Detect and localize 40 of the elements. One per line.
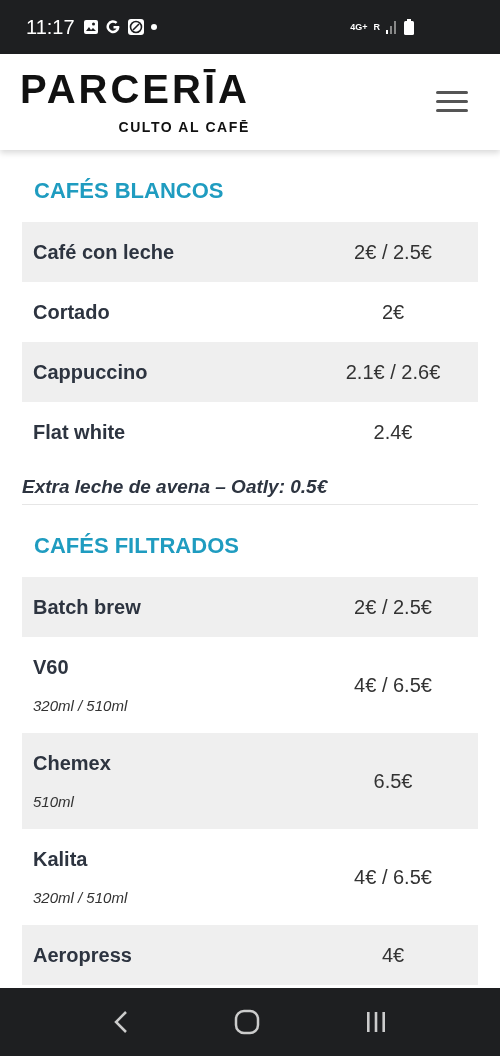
item-name: Batch brew	[33, 595, 142, 619]
item-price: 4€ / 6.5€	[353, 865, 433, 889]
item-name: Flat white	[33, 420, 127, 444]
menu-button[interactable]	[436, 91, 468, 113]
item-size: 320ml / 510ml	[33, 697, 129, 714]
menu-note: Extra leche de avena – Oatly: 0.5€	[22, 476, 329, 498]
item-name: Aeropress	[33, 943, 133, 967]
battery-icon	[404, 19, 414, 35]
google-icon	[104, 19, 121, 35]
roaming-label: R	[373, 22, 380, 32]
item-price: 2.1€ / 2.6€	[344, 360, 442, 384]
item-name: Chemex	[33, 752, 112, 775]
item-name: Cappuccino	[33, 360, 149, 384]
image-icon	[82, 19, 99, 35]
item-name: V60	[33, 656, 70, 679]
logo-tagline: CULTO AL CAFĒ	[118, 119, 250, 135]
item-name: Cortado	[33, 300, 111, 324]
app-icon	[126, 18, 145, 36]
item-name: Kalita	[33, 848, 89, 871]
menu-icon	[436, 91, 468, 113]
item-price: 2€ / 2.5€	[353, 240, 433, 264]
item-price: 2€ / 2.5€	[353, 595, 433, 619]
item-price: 4€ / 6.5€	[353, 673, 433, 697]
section-title: CAFÉS BLANCOS	[34, 178, 225, 204]
notification-dot-icon	[150, 24, 157, 30]
item-size: 510ml	[33, 793, 75, 810]
recents-icon[interactable]	[365, 1011, 388, 1033]
section-title: CAFÉS FILTRADOS	[34, 533, 240, 559]
item-size: 320ml / 510ml	[33, 889, 129, 906]
item-price: 2.4€	[372, 420, 414, 444]
back-icon[interactable]	[112, 1010, 129, 1034]
item-price: 2€	[380, 300, 406, 324]
item-price: 4€	[380, 943, 406, 967]
home-icon[interactable]	[234, 1009, 260, 1035]
network-label: 4G+	[350, 22, 368, 32]
status-time: 11:17	[26, 15, 75, 39]
signal-icon	[386, 20, 398, 34]
logo-wordmark[interactable]: PARCERĪA	[20, 69, 250, 109]
item-price: 6.5€	[372, 769, 414, 793]
item-name: Café con leche	[33, 240, 176, 264]
